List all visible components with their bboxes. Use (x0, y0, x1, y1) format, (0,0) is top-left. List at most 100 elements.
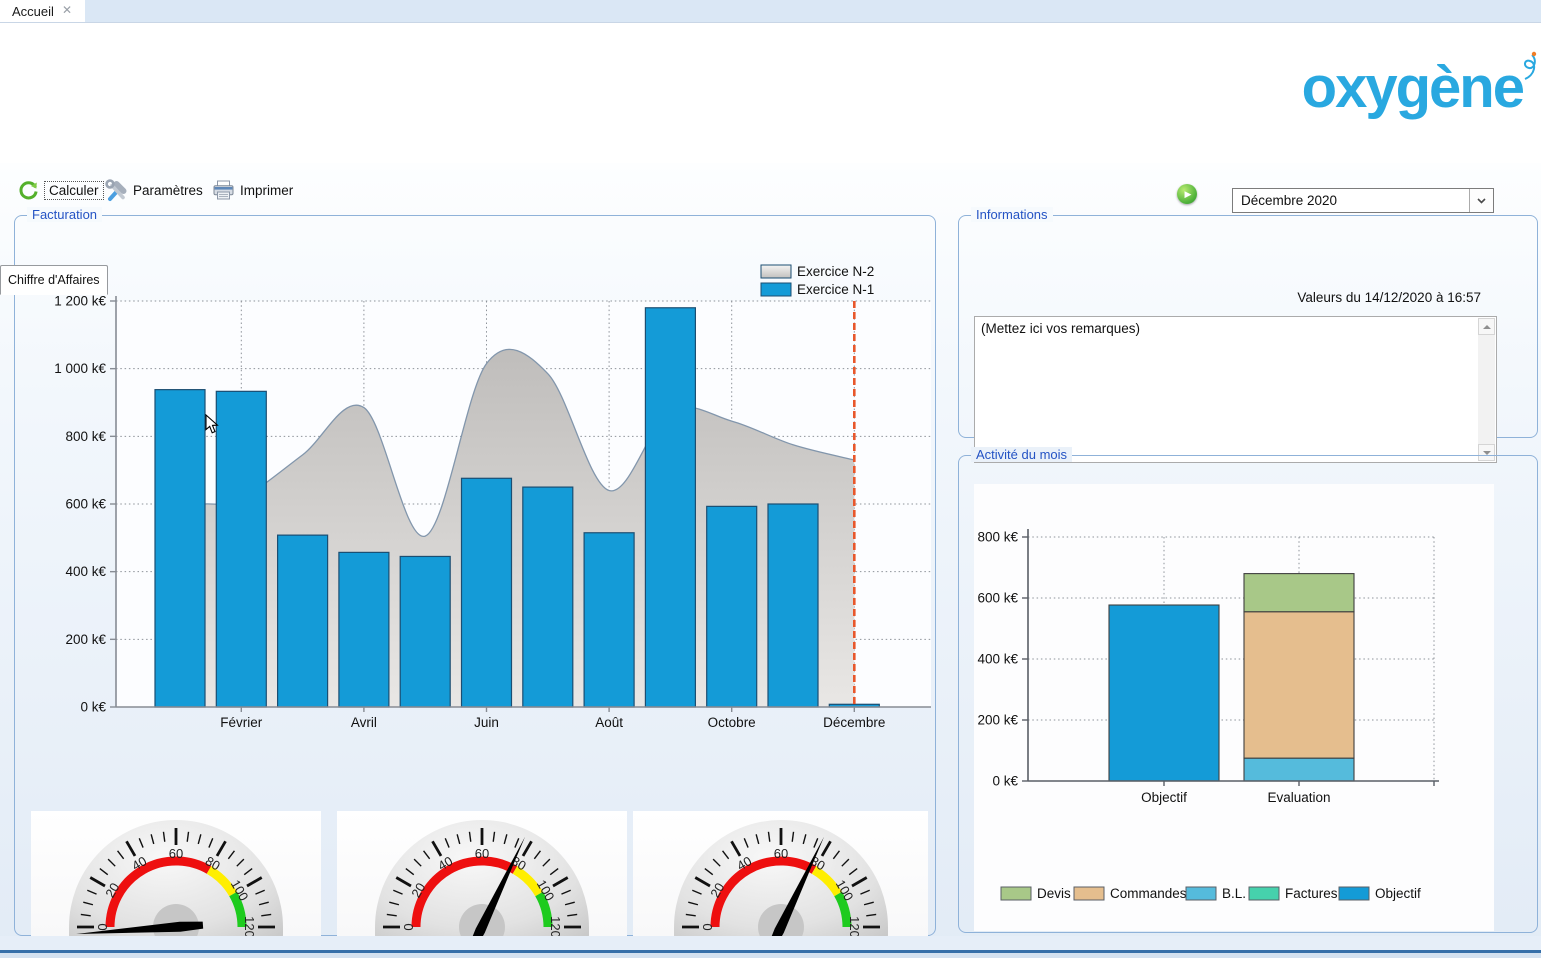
legend-swatch (1339, 887, 1369, 900)
legend-label: Devis (1037, 886, 1071, 901)
refresh-icon (18, 180, 39, 201)
svg-text:Février: Février (220, 715, 263, 730)
tab-chiffre-daffaires[interactable]: Chiffre d'Affaires (0, 265, 108, 295)
svg-text:1 000 k€: 1 000 k€ (54, 361, 106, 376)
header: oxygène (0, 23, 1541, 134)
document-tab-accueil[interactable]: Accueil ✕ (0, 0, 85, 22)
bottom-strip-2 (0, 953, 1541, 958)
svg-text:0: 0 (700, 923, 715, 930)
document-tab-label: Accueil (12, 4, 54, 19)
svg-text:Avril: Avril (351, 715, 377, 730)
legend-swatch (1249, 887, 1279, 900)
calculer-label: Calculer (44, 181, 104, 200)
legend-swatch (1001, 887, 1031, 900)
arrow-up-icon (1483, 325, 1491, 329)
svg-text:600 k€: 600 k€ (65, 497, 106, 512)
legend-swatch (761, 283, 791, 296)
svg-text:120: 120 (548, 916, 563, 938)
app-window: Accueil ✕ oxygène Chiffre d'Affaires Act… (0, 0, 1541, 958)
stack-Objectif (1109, 605, 1219, 781)
svg-text:400 k€: 400 k€ (65, 564, 106, 579)
remarks-textarea[interactable]: (Mettez ici vos remarques) (974, 316, 1497, 463)
run-button[interactable]: ▶ (1177, 184, 1197, 204)
imprimer-button[interactable]: Imprimer (212, 180, 293, 201)
legend-label: Exercice N-2 (797, 264, 874, 279)
legend-swatch (1074, 887, 1104, 900)
printer-icon (212, 180, 235, 201)
dropdown-button[interactable] (1469, 189, 1493, 212)
bar-Novembre (768, 504, 818, 707)
informations-title: Informations (971, 207, 1053, 222)
bar-Octobre (707, 506, 757, 707)
svg-text:Décembre: Décembre (823, 715, 885, 730)
parametres-label: Paramètres (133, 183, 203, 198)
svg-text:1 200 k€: 1 200 k€ (54, 294, 106, 309)
logo-swirl-icon (1521, 49, 1541, 89)
document-tab-strip: Accueil ✕ (0, 0, 1541, 23)
facturation-panel: Facturation 0 k€200 k€400 k€600 k€800 k€… (14, 215, 936, 936)
logo-text: oxygène (1302, 59, 1523, 117)
bar-Juin (462, 478, 512, 707)
svg-text:60: 60 (773, 846, 787, 861)
gauge-dial: 020406080100120 (636, 811, 926, 955)
scroll-up-button[interactable] (1478, 318, 1495, 335)
legend-label: Commandes (1110, 886, 1187, 901)
svg-text:60: 60 (169, 846, 183, 861)
toolbar: Calculer Paramètres (0, 173, 1541, 209)
svg-text:200 k€: 200 k€ (977, 713, 1018, 728)
imprimer-label: Imprimer (240, 183, 293, 198)
svg-text:0: 0 (401, 923, 416, 930)
svg-text:0 k€: 0 k€ (80, 700, 106, 715)
informations-panel: Informations Valeurs du 14/12/2020 à 16:… (958, 215, 1538, 438)
svg-text:800 k€: 800 k€ (977, 530, 1018, 545)
svg-text:600 k€: 600 k€ (977, 591, 1018, 606)
facturation-chart: 0 k€ 200 k€ 400 k€ 600 k€ 800 k€ 1 000 k€ 1 20… (15, 216, 935, 761)
content-area: Calculer Paramètres (0, 163, 1541, 958)
play-icon: ▶ (1185, 189, 1192, 200)
mouse-cursor (205, 414, 220, 435)
legend-label: Exercice N-1 (797, 282, 874, 297)
calculer-button[interactable]: Calculer (18, 180, 104, 201)
bar-Février (216, 391, 266, 707)
bar-Août (584, 533, 634, 707)
tab-label: Chiffre d'Affaires (8, 273, 100, 287)
period-dropdown[interactable]: Décembre 2020 (1232, 188, 1494, 213)
bar-Mars (278, 535, 328, 707)
svg-text:0 k€: 0 k€ (992, 774, 1018, 789)
close-icon[interactable]: ✕ (62, 3, 72, 17)
bar-Septembre (645, 308, 695, 707)
chevron-down-icon (1477, 198, 1486, 204)
arrow-down-icon (1483, 451, 1491, 455)
remarks-scrollbar[interactable] (1478, 318, 1495, 461)
svg-text:200 k€: 200 k€ (65, 632, 106, 647)
activite-panel: Activité du mois 0 k€200 k€400 k€600 k€8… (958, 455, 1538, 933)
stack-Commandes (1244, 612, 1354, 758)
bar-Avril (339, 552, 389, 707)
legend-label: Factures (1285, 886, 1338, 901)
values-caption: Valeurs du 14/12/2020 à 16:57 (959, 290, 1481, 305)
svg-text:Juin: Juin (474, 715, 499, 730)
svg-text:400 k€: 400 k€ (977, 652, 1018, 667)
svg-text:0: 0 (95, 923, 110, 930)
svg-text:800 k€: 800 k€ (65, 429, 106, 444)
legend-swatch (761, 265, 791, 278)
tools-icon (104, 179, 128, 202)
svg-text:Août: Août (595, 715, 623, 730)
remarks-text: (Mettez ici vos remarques) (981, 321, 1140, 336)
nav-tabs: Chiffre d'Affaires Activité Synthèse Rat… (0, 133, 1541, 163)
legend-swatch (1186, 887, 1216, 900)
svg-text:Evaluation: Evaluation (1267, 790, 1330, 805)
stack-Devis (1244, 574, 1354, 612)
svg-text:120: 120 (847, 916, 862, 938)
legend-label: B.L. (1222, 886, 1246, 901)
parametres-button[interactable]: Paramètres (104, 179, 203, 202)
period-dropdown-value: Décembre 2020 (1241, 193, 1469, 208)
svg-text:Octobre: Octobre (708, 715, 756, 730)
svg-text:60: 60 (475, 846, 489, 861)
bar-Mai (400, 556, 450, 707)
svg-text:120: 120 (242, 916, 257, 938)
stack-B.L. (1244, 758, 1354, 781)
svg-text:Objectif: Objectif (1141, 790, 1187, 805)
activite-chart: 0 k€ 200 k€ 400 k€ 600 k€ 800 k€ Objectif Eval… (959, 456, 1537, 932)
legend-label: Objectif (1375, 886, 1421, 901)
